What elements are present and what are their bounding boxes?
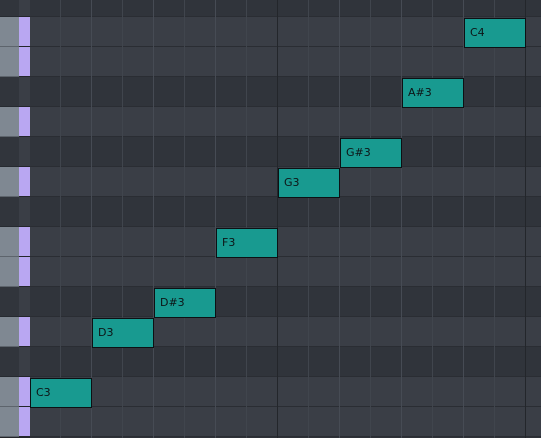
scale-indicator [19, 197, 30, 226]
scale-indicator [19, 347, 30, 376]
note-d-sharp3[interactable]: D#3 [154, 288, 216, 318]
piano-key-c4[interactable] [0, 17, 30, 47]
piano-key-d-sharp-3[interactable] [0, 287, 30, 317]
piano-key-f3[interactable] [0, 227, 30, 257]
grid-line [525, 0, 526, 438]
grid-line [246, 0, 247, 438]
note-label: D#3 [160, 296, 185, 309]
piano-key-g-sharp-3[interactable] [0, 137, 30, 167]
scale-indicator [19, 0, 30, 16]
grid-line [494, 0, 495, 438]
grid-line [60, 0, 61, 438]
note-d3[interactable]: D3 [92, 318, 154, 348]
note-a-sharp3[interactable]: A#3 [402, 78, 464, 108]
grid-row[interactable] [30, 47, 541, 77]
note-c3[interactable]: C3 [30, 378, 92, 408]
grid-row[interactable] [30, 407, 541, 437]
grid-line [184, 0, 185, 438]
note-g-sharp3[interactable]: G#3 [340, 138, 402, 168]
grid-row[interactable] [30, 287, 541, 317]
scale-indicator [19, 137, 30, 166]
grid-line [401, 0, 402, 438]
grid-line [122, 0, 123, 438]
scale-indicator [19, 377, 30, 406]
note-label: D3 [98, 326, 114, 339]
grid-line [153, 0, 154, 438]
grid-line [91, 0, 92, 438]
piano-key-c3[interactable] [0, 377, 30, 407]
scale-indicator [19, 167, 30, 196]
scale-indicator [19, 407, 30, 436]
scale-indicator [19, 257, 30, 286]
note-g3[interactable]: G3 [278, 168, 340, 198]
grid-line [463, 0, 464, 438]
grid-line [339, 0, 340, 438]
grid-line [370, 0, 371, 438]
note-label: A#3 [408, 86, 432, 99]
piano-roll[interactable]: C3 D3 D#3 F3 G3 G#3 A#3 C4 [0, 0, 541, 438]
piano-key-e3[interactable] [0, 257, 30, 287]
piano-key-b2[interactable] [0, 407, 30, 437]
piano-key-d3[interactable] [0, 317, 30, 347]
grid-line [308, 0, 309, 438]
piano-key-b3[interactable] [0, 47, 30, 77]
scale-indicator [19, 47, 30, 76]
note-label: C4 [470, 26, 485, 39]
scale-indicator [19, 227, 30, 256]
grid-row[interactable] [30, 257, 541, 287]
piano-key-g3[interactable] [0, 167, 30, 197]
note-label: G#3 [346, 146, 371, 159]
note-label: C3 [36, 386, 51, 399]
scale-indicator [19, 17, 30, 46]
grid-row[interactable] [30, 227, 541, 257]
scale-indicator [19, 287, 30, 316]
piano-key-a-sharp-3[interactable] [0, 77, 30, 107]
note-label: F3 [222, 236, 236, 249]
piano-key-f-sharp-3[interactable] [0, 197, 30, 227]
grid-row[interactable] [30, 137, 541, 167]
grid-row[interactable] [30, 347, 541, 377]
grid-row[interactable] [30, 197, 541, 227]
grid-row[interactable] [30, 377, 541, 407]
grid-row[interactable] [30, 77, 541, 107]
note-label: G3 [284, 176, 300, 189]
note-grid[interactable]: C3 D3 D#3 F3 G3 G#3 A#3 C4 [30, 0, 541, 438]
grid-row[interactable] [30, 0, 541, 17]
grid-line [277, 0, 278, 438]
piano-keyboard[interactable] [0, 0, 30, 438]
scale-indicator [19, 107, 30, 136]
scale-indicator [19, 317, 30, 346]
grid-row[interactable] [30, 107, 541, 137]
piano-key-c-sharp-3[interactable] [0, 347, 30, 377]
note-c4[interactable]: C4 [464, 18, 526, 48]
grid-line [432, 0, 433, 438]
grid-line [215, 0, 216, 438]
piano-key-a3[interactable] [0, 107, 30, 137]
scale-indicator [19, 77, 30, 106]
piano-key-c-sharp-4[interactable] [0, 0, 30, 17]
note-f3[interactable]: F3 [216, 228, 278, 258]
